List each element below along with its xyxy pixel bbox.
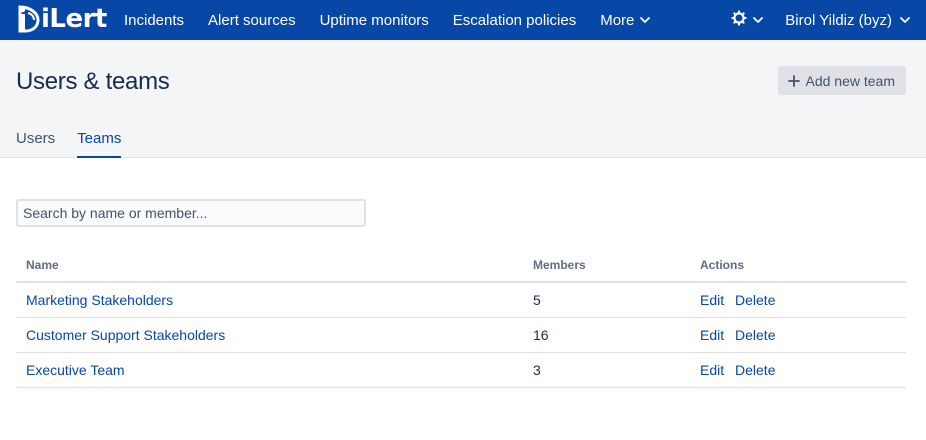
actions-cell: Edit Delete <box>690 282 906 318</box>
nav-item-alert-sources[interactable]: Alert sources <box>196 0 308 40</box>
table-row: Customer Support Stakeholders 16 Edit De… <box>16 317 906 353</box>
table-row: Marketing Stakeholders 5 Edit Delete <box>16 282 906 318</box>
edit-link[interactable]: Edit <box>700 292 724 308</box>
team-name-link[interactable]: Executive Team <box>26 362 125 378</box>
nav-item-escalation-policies[interactable]: Escalation policies <box>441 0 588 40</box>
nav-item-incidents[interactable]: Incidents <box>112 0 196 40</box>
delete-link[interactable]: Delete <box>735 362 775 378</box>
logo-text: iLert <box>41 4 107 34</box>
table-header-row: Name Members Actions <box>16 248 906 283</box>
tab-users[interactable]: Users <box>16 130 55 158</box>
page-title: Users & teams <box>16 68 170 95</box>
table-row: Executive Team 3 Edit Delete <box>16 352 906 388</box>
top-navbar: iLert Incidents Alert sources Uptime mon… <box>0 0 926 40</box>
ilert-logo-icon <box>18 5 40 33</box>
search-input[interactable] <box>16 199 366 227</box>
actions-cell: Edit Delete <box>690 352 906 388</box>
add-new-team-button[interactable]: Add new team <box>777 66 906 95</box>
delete-link[interactable]: Delete <box>735 292 775 308</box>
team-name-link[interactable]: Customer Support Stakeholders <box>26 327 225 343</box>
column-header-members: Members <box>523 248 690 283</box>
column-header-actions: Actions <box>690 248 906 283</box>
chevron-down-icon <box>640 17 651 23</box>
nav-item-label: Uptime monitors <box>319 11 429 29</box>
nav-item-label: More <box>600 11 635 29</box>
nav-right: Birol Yildiz (byz) <box>731 0 910 40</box>
plus-icon <box>787 74 800 87</box>
nav-item-label: Incidents <box>124 11 185 29</box>
members-count: 16 <box>523 317 690 353</box>
nav-item-label: Escalation policies <box>452 11 577 29</box>
user-menu-button[interactable]: Birol Yildiz (byz) <box>785 12 910 29</box>
chevron-down-icon <box>900 17 910 23</box>
actions-cell: Edit Delete <box>690 317 906 353</box>
team-name-cell: Marketing Stakeholders <box>16 282 523 318</box>
members-count: 3 <box>523 352 690 388</box>
nav-item-uptime-monitors[interactable]: Uptime monitors <box>308 0 441 40</box>
page-header: Users & teams Add new team Users Teams <box>0 40 926 158</box>
nav-item-more[interactable]: More <box>588 0 662 40</box>
team-name-cell: Customer Support Stakeholders <box>16 317 523 353</box>
user-name: Birol Yildiz (byz) <box>785 11 892 29</box>
edit-link[interactable]: Edit <box>700 327 724 343</box>
members-count: 5 <box>523 282 690 318</box>
delete-link[interactable]: Delete <box>735 327 775 343</box>
add-new-team-label: Add new team <box>805 72 896 89</box>
gear-icon <box>731 10 747 31</box>
tabs: Users Teams <box>16 130 143 158</box>
tab-label: Users <box>16 130 56 147</box>
tab-teams[interactable]: Teams <box>77 130 122 158</box>
nav-item-label: Alert sources <box>208 11 296 29</box>
app-logo[interactable]: iLert <box>16 4 107 34</box>
main-nav: Incidents Alert sources Uptime monitors … <box>112 0 662 40</box>
teams-table: Name Members Actions Marketing Stakehold… <box>16 248 906 388</box>
tab-label: Teams <box>77 130 122 147</box>
column-header-name: Name <box>16 248 523 283</box>
edit-link[interactable]: Edit <box>700 362 724 378</box>
settings-menu-button[interactable] <box>731 10 764 31</box>
team-name-link[interactable]: Marketing Stakeholders <box>26 292 173 308</box>
team-name-cell: Executive Team <box>16 352 523 388</box>
chevron-down-icon <box>753 17 764 23</box>
